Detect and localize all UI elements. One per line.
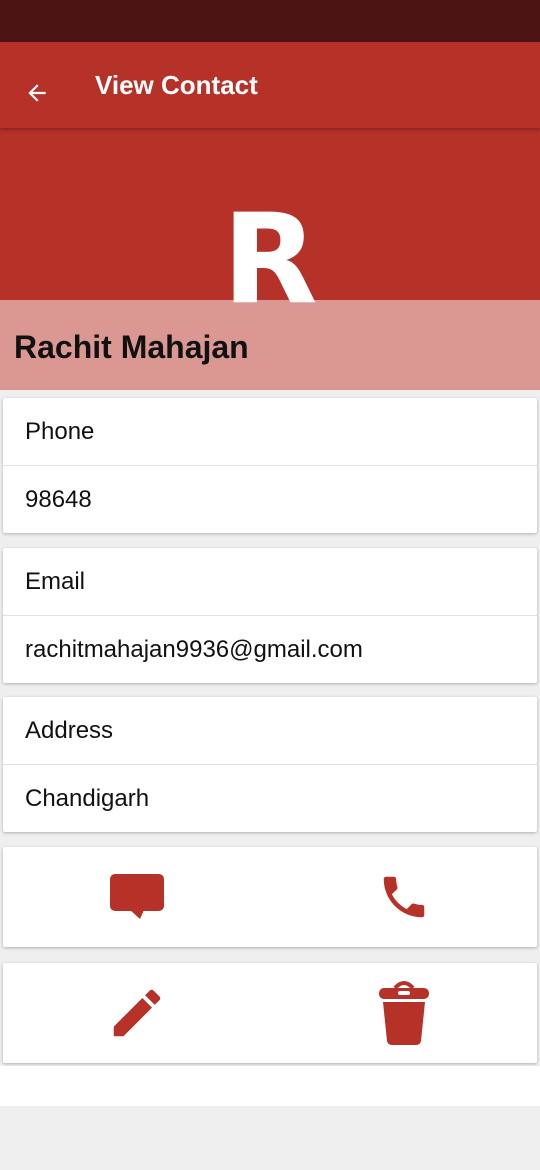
back-button[interactable] (22, 78, 52, 108)
address-card: Address Chandigarh (3, 697, 537, 832)
phone-icon (383, 876, 424, 918)
bottom-spacer (0, 1066, 540, 1106)
trash-icon (378, 981, 429, 1045)
delete-button[interactable] (270, 963, 537, 1063)
email-card: Email rachitmahajan9936@gmail.com (3, 548, 537, 683)
email-value[interactable]: rachitmahajan9936@gmail.com (3, 616, 537, 683)
app-bar: View Contact (0, 42, 540, 128)
email-label: Email (3, 548, 537, 616)
phone-card: Phone 98648 (3, 398, 537, 533)
contact-name: Rachit Mahajan (14, 329, 249, 365)
pencil-icon (113, 989, 160, 1037)
page-title: View Contact (95, 70, 258, 100)
message-button[interactable] (3, 847, 270, 947)
phone-value[interactable]: 98648 (3, 466, 537, 533)
status-bar (0, 0, 540, 42)
edit-button[interactable] (3, 963, 270, 1063)
contact-initial: R (222, 188, 318, 332)
communication-actions (3, 847, 537, 947)
phone-label: Phone (3, 398, 537, 466)
address-label: Address (3, 697, 537, 765)
arrow-left-icon (28, 84, 46, 102)
message-icon (109, 874, 164, 919)
address-value[interactable]: Chandigarh (3, 765, 537, 832)
call-button[interactable] (270, 847, 537, 947)
manage-actions (3, 963, 537, 1063)
